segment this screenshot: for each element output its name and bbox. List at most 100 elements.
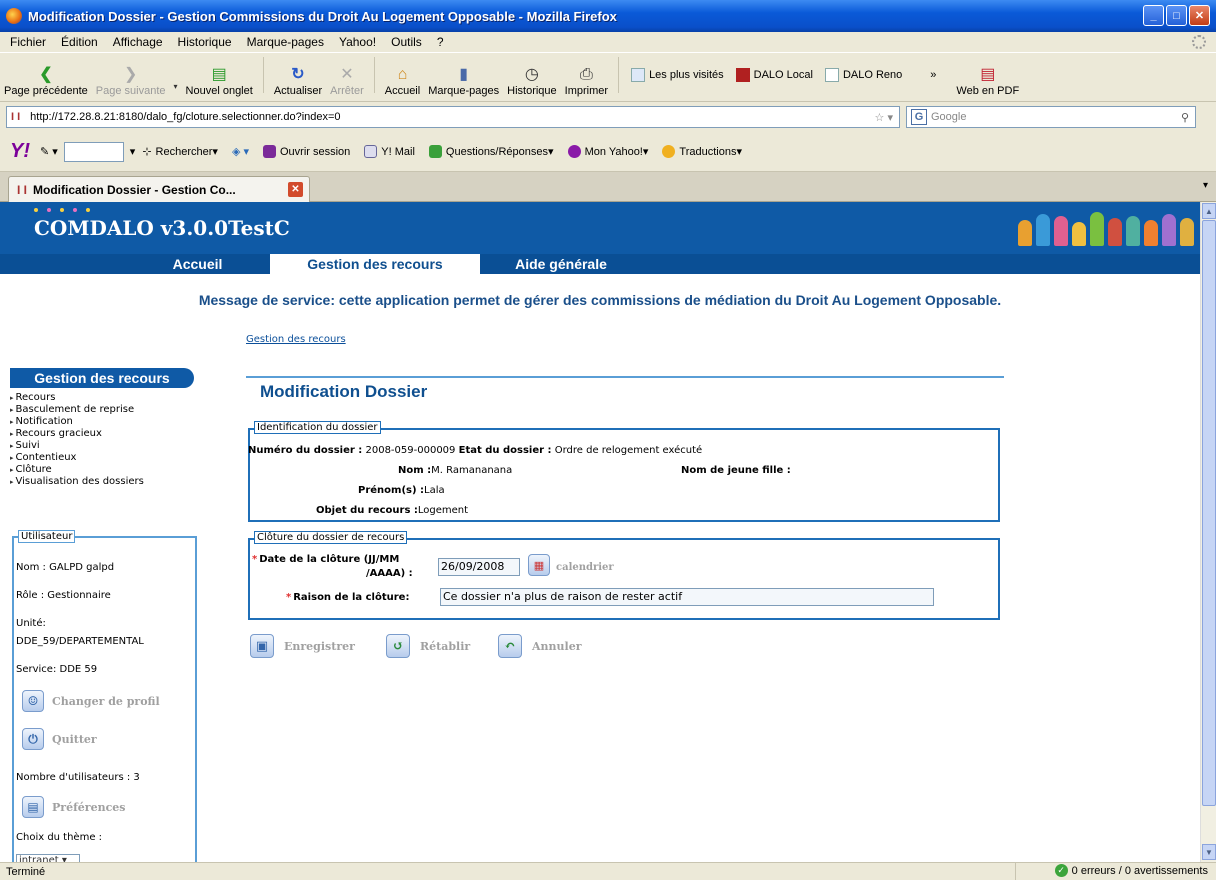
close-window-button[interactable]: ✕ [1189,5,1210,26]
print-button[interactable]: ⎙ Imprimer [565,65,608,97]
url-bar[interactable]: I I http://172.28.8.21:8180/dalo_fg/clot… [6,106,900,128]
bookmark-folder-icon [631,68,646,82]
bookmarks-overflow-button[interactable]: » [930,69,936,81]
menu-item-notification[interactable]: Notification [10,416,144,428]
yahoo-login-button[interactable]: Ouvrir session [262,145,350,158]
menu-item-visualisation[interactable]: Visualisation des dossiers [10,476,144,488]
shield-icon[interactable]: ◈ ▾ [232,145,249,158]
scroll-down-arrow[interactable]: ▼ [1202,844,1216,860]
scroll-up-arrow[interactable]: ▲ [1202,203,1216,219]
menu-item-suivi[interactable]: Suivi [10,440,144,452]
theme-select[interactable]: intranet ▾ [16,854,80,862]
menu-fichier[interactable]: Fichier [10,35,46,49]
yahoo-logo[interactable]: Y! [10,140,30,163]
tab-list-button[interactable]: ▾ [1203,180,1208,191]
menu-item-basculement[interactable]: Basculement de reprise [10,404,144,416]
save-icon: ▣ [250,634,274,658]
yahoo-search-button[interactable]: ⊹ Rechercher ▾ [142,145,218,159]
bookmark-dalo-reno[interactable]: DALO Reno [824,68,902,82]
arrow-right-icon: ❯ [123,66,138,83]
reset-button[interactable]: ↺ Rétablir [386,634,470,658]
throbber-icon [1192,35,1206,49]
nav-gestion-recours[interactable]: Gestion des recours [270,254,480,274]
change-profile-button[interactable]: ☺ Changer de profil [22,690,160,712]
checkmark-icon: ✓ [1054,864,1068,877]
forward-button[interactable]: ❯ Page suivante [96,65,166,97]
nav-aide-generale[interactable]: Aide générale [486,254,636,274]
search-icon[interactable]: ⚲ [1181,111,1189,124]
user-count: Nombre d'utilisateurs : 3 [16,772,140,783]
history-button[interactable]: ◷ Historique [507,65,557,97]
scrollbar-thumb[interactable] [1202,220,1216,806]
window-title: Modification Dossier - Gestion Commissio… [28,8,617,24]
nav-accueil[interactable]: Accueil [130,254,265,274]
menu-edition[interactable]: Édition [61,35,98,49]
calendar-label[interactable]: calendrier [556,562,614,573]
clock-icon: ◷ [524,66,539,83]
preferences-button[interactable]: ▤ Préférences [22,796,125,818]
printer-icon: ⎙ [579,66,593,83]
closure-reason-input[interactable]: Ce dossier n'a plus de raison de rester … [440,588,934,606]
menu-item-recours[interactable]: Recours [10,392,144,404]
breadcrumb[interactable]: Gestion des recours [246,334,346,345]
translations-button[interactable]: Traductions ▾ [662,145,742,158]
reload-button[interactable]: ↻ Actualiser [274,65,322,97]
google-icon[interactable]: G [911,109,927,125]
closure-date-input[interactable]: 26/09/2008 [438,558,520,576]
my-yahoo-button[interactable]: Mon Yahoo! ▾ [567,145,648,158]
chevron-down-icon[interactable]: ▾ [130,145,136,158]
stop-button[interactable]: ✕ Arrêter [330,65,364,97]
user-name: Nom : GALPD galpd [16,562,115,573]
status-divider [1015,863,1016,880]
menu-outils[interactable]: Outils [391,35,422,49]
maiden-name-label: Nom de jeune fille : [681,465,791,476]
vertical-scrollbar[interactable]: ▲ ▼ [1200,202,1216,862]
bookmark-dalo-local[interactable]: DALO Local [735,68,813,82]
calendar-button[interactable]: ▦ [528,554,550,576]
web-pdf-button[interactable]: ▤ Web en PDF [956,65,1019,97]
menu-item-recours-gracieux[interactable]: Recours gracieux [10,428,144,440]
tab-modification-dossier[interactable]: I I Modification Dossier - Gestion Co...… [8,176,310,202]
close-tab-icon[interactable]: ✕ [288,182,303,197]
bookmarks-button[interactable]: ▮ Marque-pages [428,65,499,97]
left-menu-title: Gestion des recours [10,368,194,388]
menu-marque-pages[interactable]: Marque-pages [247,35,324,49]
menu-help[interactable]: ? [437,35,444,49]
pencil-icon[interactable]: ✎ ▾ [40,145,58,158]
cancel-button[interactable]: ↶ Annuler [498,634,582,658]
calendar-icon: ▦ [533,558,545,572]
yahoo-search-input[interactable] [63,141,124,162]
bookmarks-icon: ▮ [459,66,469,83]
menu-bar: Fichier Édition Affichage Historique Mar… [0,32,1216,52]
save-button[interactable]: ▣ Enregistrer [250,634,355,658]
star-icon[interactable]: ☆ ▾ [875,111,893,124]
menu-yahoo[interactable]: Yahoo! [339,35,376,49]
closure-date-label: * Date de la clôture (JJ/MM [252,554,400,565]
left-menu: Recours Basculement de reprise Notificat… [10,392,144,488]
yahoo-mail-button[interactable]: Y! Mail [364,145,415,158]
quit-button[interactable]: ⏻ Quitter [22,728,97,750]
bookmark-most-visited[interactable]: Les plus visités [631,68,724,82]
user-role: Rôle : Gestionnaire [16,590,111,601]
menu-item-contentieux[interactable]: Contentieux [10,452,144,464]
search-bar[interactable]: G Google ⚲ [906,106,1196,128]
tab-bar: I I Modification Dossier - Gestion Co...… [0,172,1216,202]
cloture-legend: Clôture du dossier de recours [254,531,408,544]
service-message: Message de service: cette application pe… [198,292,1002,308]
back-button[interactable]: ❮ Page précédente [4,65,88,97]
page-icon [824,68,839,82]
request-object: Objet du recours :Logement [316,505,469,516]
yahoo-answers-button[interactable]: Questions/Réponses ▾ [428,145,554,158]
history-dropdown-button[interactable]: ▾ [174,77,178,97]
menu-historique[interactable]: Historique [178,35,232,49]
error-console-status[interactable]: ✓ 0 erreurs / 0 avertissements [1054,864,1208,877]
menu-item-cloture[interactable]: Clôture [10,464,144,476]
new-tab-button[interactable]: ▤ Nouvel onglet [186,65,253,97]
menu-affichage[interactable]: Affichage [113,35,163,49]
minimize-button[interactable]: _ [1143,5,1164,26]
maximize-button[interactable]: □ [1166,5,1187,26]
navigation-toolbar: ❮ Page précédente ❯ Page suivante ▾ ▤ No… [0,52,1216,102]
home-button[interactable]: ⌂ Accueil [385,65,420,97]
window-titlebar: Modification Dossier - Gestion Commissio… [0,0,1216,32]
new-tab-icon: ▤ [211,66,227,83]
